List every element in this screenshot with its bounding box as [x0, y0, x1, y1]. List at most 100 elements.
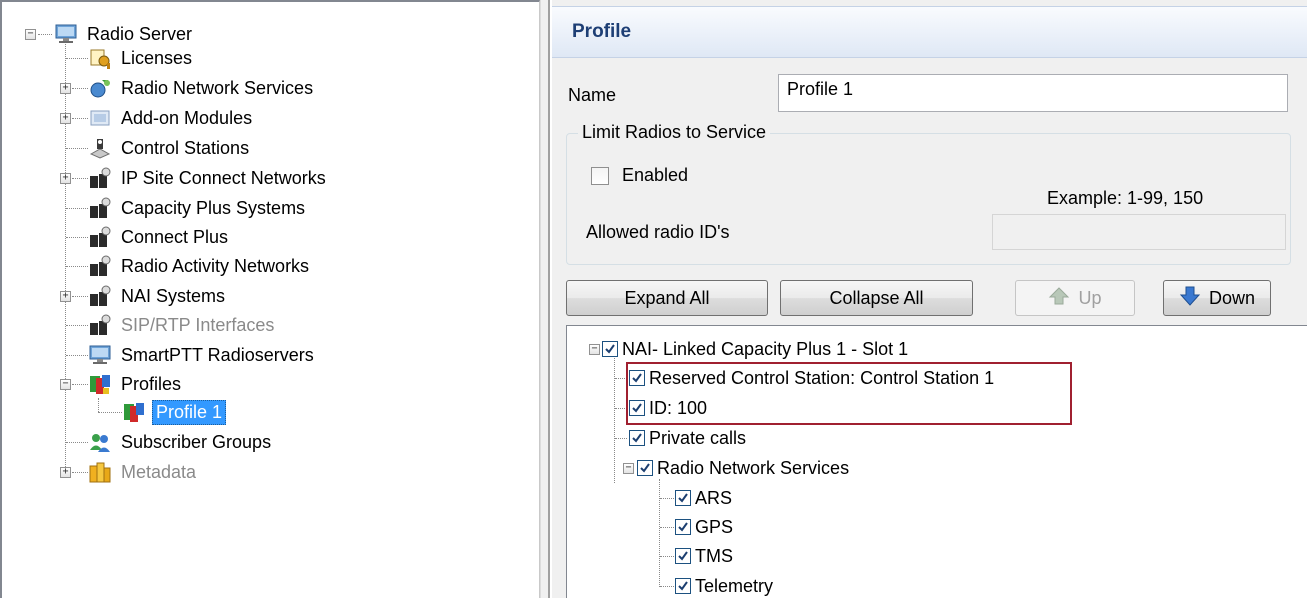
- checkbox-checked[interactable]: [675, 490, 691, 506]
- collapse-all-button[interactable]: Collapse All: [780, 280, 973, 316]
- tree-connector: [660, 586, 674, 587]
- enabled-checkbox[interactable]: [591, 167, 609, 185]
- pane-splitter[interactable]: [540, 0, 550, 598]
- checkbox-checked[interactable]: [629, 430, 645, 446]
- tree-connector: [66, 442, 88, 443]
- arrow-up-icon: [1048, 286, 1070, 311]
- service-node-label: Private calls: [649, 427, 747, 448]
- service-node-radio-network-services[interactable]: Radio Network Services: [637, 455, 849, 481]
- tree-node-radio-network-services[interactable]: Radio Network Services: [88, 74, 316, 102]
- service-node-label: GPS: [695, 516, 734, 537]
- service-node-gps[interactable]: GPS: [675, 514, 733, 540]
- radio-network-services-icon: [88, 76, 112, 100]
- server-icon: [88, 343, 112, 367]
- tree-connector: [614, 358, 615, 483]
- up-button[interactable]: Up: [1015, 280, 1135, 316]
- network-icon: [88, 254, 112, 278]
- collapse-toggle[interactable]: −: [60, 379, 71, 390]
- tree-connector: [72, 472, 88, 473]
- tree-node-label: Capacity Plus Systems: [121, 197, 306, 218]
- tree-node-metadata[interactable]: Metadata: [88, 458, 199, 486]
- tree-node-label: Add-on Modules: [121, 107, 253, 128]
- tree-connector: [659, 479, 660, 587]
- tree-connector: [98, 398, 99, 412]
- tree-node-profiles[interactable]: Profiles: [88, 370, 184, 398]
- tree-node-label: Radio Network Services: [121, 77, 314, 98]
- tree-node-addon-modules[interactable]: Add-on Modules: [88, 104, 255, 132]
- tree-node-capacity-plus-systems[interactable]: Capacity Plus Systems: [88, 194, 308, 222]
- collapse-root-toggle[interactable]: −: [25, 29, 36, 40]
- tree-connector: [66, 208, 88, 209]
- tree-node-label: IP Site Connect Networks: [121, 167, 326, 188]
- example-hint: Example: 1-99, 150: [1047, 188, 1204, 208]
- tree-connector: [72, 296, 88, 297]
- tree-node-label: Licenses: [121, 47, 193, 68]
- tree-node-licenses[interactable]: Licenses: [88, 44, 195, 72]
- service-node-label: ARS: [695, 487, 733, 508]
- service-node-telemetry[interactable]: Telemetry: [675, 573, 773, 599]
- expand-toggle[interactable]: +: [60, 467, 71, 478]
- service-node-root[interactable]: NAI- Linked Capacity Plus 1 - Slot 1: [602, 336, 908, 362]
- allowed-ids-field[interactable]: [992, 214, 1286, 250]
- up-label: Up: [1078, 287, 1102, 308]
- expand-toggle[interactable]: +: [60, 173, 71, 184]
- tree-node-label: Metadata: [121, 461, 197, 482]
- tree-node-label: SIP/RTP Interfaces: [121, 314, 275, 335]
- tree-node-connect-plus[interactable]: Connect Plus: [88, 223, 231, 251]
- tree-connector: [65, 42, 66, 477]
- tree-connector: [660, 498, 674, 499]
- tree-node-label: Connect Plus: [121, 226, 229, 247]
- tree-connector: [660, 527, 674, 528]
- tree-connector: [72, 384, 88, 385]
- tree-node-sip-rtp-interfaces[interactable]: SIP/RTP Interfaces: [88, 311, 277, 339]
- licenses-icon: [88, 46, 112, 70]
- tree-connector: [66, 266, 88, 267]
- down-button[interactable]: Down: [1163, 280, 1271, 316]
- tree-node-label: Profiles: [121, 373, 182, 394]
- name-field[interactable]: Profile 1: [778, 74, 1288, 112]
- tree-node-ip-site-connect-networks[interactable]: IP Site Connect Networks: [88, 164, 329, 192]
- profile-title: Profile: [572, 21, 632, 42]
- tree-node-nai-systems[interactable]: NAI Systems: [88, 282, 228, 310]
- tree-node-label: Radio Server: [87, 23, 193, 44]
- tree-node-smartptt-radioservers[interactable]: SmartPTT Radioservers: [88, 341, 317, 369]
- name-label: Name: [568, 85, 617, 105]
- metadata-icon: [88, 460, 112, 484]
- tree-connector: [98, 412, 122, 413]
- checkbox-checked[interactable]: [637, 460, 653, 476]
- network-icon: [88, 284, 112, 308]
- tree-node-radio-activity-networks[interactable]: Radio Activity Networks: [88, 252, 312, 280]
- collapse-all-label: Collapse All: [829, 287, 924, 308]
- expand-toggle[interactable]: +: [60, 83, 71, 94]
- tree-node-label: NAI Systems: [121, 285, 226, 306]
- tree-connector: [66, 355, 88, 356]
- expand-toggle[interactable]: +: [60, 113, 71, 124]
- arrow-down-icon: [1179, 285, 1201, 312]
- tree-connector: [72, 88, 88, 89]
- server-tree-pane[interactable]: − Radio Server Licenses + Radio Network …: [0, 0, 540, 598]
- service-node-tms[interactable]: TMS: [675, 543, 733, 569]
- service-node-ars[interactable]: ARS: [675, 485, 732, 511]
- checkbox-checked[interactable]: [602, 341, 618, 357]
- limit-radios-group-label: Limit Radios to Service: [578, 122, 771, 143]
- checkbox-checked[interactable]: [675, 578, 691, 594]
- checkbox-checked[interactable]: [675, 548, 691, 564]
- network-icon: [88, 166, 112, 190]
- tree-node-subscriber-groups[interactable]: Subscriber Groups: [88, 428, 274, 456]
- service-node-label: Telemetry: [695, 575, 774, 596]
- expand-all-label: Expand All: [624, 287, 710, 308]
- tree-connector: [66, 148, 88, 149]
- collapse-toggle[interactable]: −: [623, 463, 634, 474]
- service-node-label: NAI- Linked Capacity Plus 1 - Slot 1: [622, 338, 909, 359]
- expand-all-button[interactable]: Expand All: [566, 280, 768, 316]
- tree-node-control-stations[interactable]: Control Stations: [88, 134, 252, 162]
- tree-connector: [615, 438, 627, 439]
- profile-icon: [122, 400, 146, 424]
- collapse-toggle[interactable]: −: [589, 344, 600, 355]
- service-node-private-calls[interactable]: Private calls: [629, 425, 746, 451]
- service-node-label: TMS: [695, 545, 733, 566]
- tree-connector: [72, 178, 88, 179]
- expand-toggle[interactable]: +: [60, 291, 71, 302]
- checkbox-checked[interactable]: [675, 519, 691, 535]
- tree-node-profile-1[interactable]: Profile 1: [122, 398, 227, 426]
